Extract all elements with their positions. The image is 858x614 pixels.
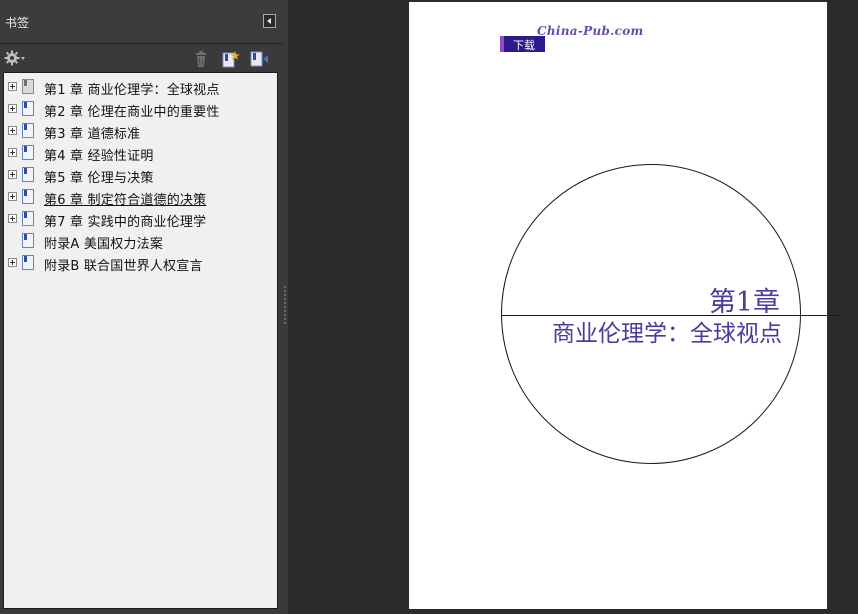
expand-node-icon[interactable] bbox=[8, 258, 17, 267]
bookmark-item[interactable]: 第3 章 道德标准 bbox=[4, 121, 276, 143]
bookmarks-toolbar bbox=[0, 45, 282, 71]
expand-bookmark-icon[interactable] bbox=[250, 50, 270, 68]
splitter-grip bbox=[284, 294, 286, 296]
bookmark-item[interactable]: 附录A 美国权力法案 bbox=[4, 231, 276, 253]
splitter-grip bbox=[284, 318, 286, 320]
bookmark-label: 第4 章 经验性证明 bbox=[44, 149, 154, 164]
expand-node-icon[interactable] bbox=[8, 214, 17, 223]
bookmark-item[interactable]: 第1 章 商业伦理学：全球视点 bbox=[4, 77, 276, 99]
splitter-grip bbox=[284, 322, 286, 324]
expand-node-icon[interactable] bbox=[8, 104, 17, 113]
bookmark-label: 第6 章 制定符合道德的决策 bbox=[44, 193, 207, 208]
panel-header: 书签 bbox=[0, 0, 282, 44]
splitter-grip bbox=[284, 306, 286, 308]
splitter-grip bbox=[284, 314, 286, 316]
bookmark-item[interactable]: 第2 章 伦理在商业中的重要性 bbox=[4, 99, 276, 121]
delete-bookmark-icon[interactable] bbox=[191, 50, 211, 68]
bookmark-item[interactable]: 第4 章 经验性证明 bbox=[4, 143, 276, 165]
bookmarks-panel: 书签 第1 章 商业伦理学：全球视点 第2 章 伦理在商业中的重要性 第3 章 … bbox=[0, 0, 282, 614]
bookmark-page-gray-icon bbox=[22, 79, 34, 94]
bookmark-label: 附录B 联合国世界人权宣言 bbox=[44, 259, 203, 274]
document-viewer[interactable]: 下载 China-Pub.com 第1章 商业伦理学：全球视点 bbox=[288, 0, 858, 614]
bookmark-label: 第7 章 实践中的商业伦理学 bbox=[44, 215, 207, 230]
download-badge-label: 下载 bbox=[513, 39, 535, 52]
expand-node-icon[interactable] bbox=[8, 126, 17, 135]
splitter-grip bbox=[284, 310, 286, 312]
bookmark-item[interactable]: 第6 章 制定符合道德的决策 bbox=[4, 187, 276, 209]
new-bookmark-icon[interactable] bbox=[221, 50, 241, 68]
bookmark-page-icon bbox=[22, 167, 34, 182]
splitter-grip bbox=[284, 298, 286, 300]
expand-node-icon[interactable] bbox=[8, 82, 17, 91]
splitter-grip bbox=[284, 286, 286, 288]
collapse-panel-button[interactable] bbox=[263, 14, 276, 28]
download-badge: 下载 bbox=[500, 36, 545, 52]
splitter-grip bbox=[284, 290, 286, 292]
bookmark-page-icon bbox=[22, 233, 34, 248]
expand-node-icon[interactable] bbox=[8, 170, 17, 179]
bookmark-label: 附录A 美国权力法案 bbox=[44, 237, 164, 252]
watermark-logo: China-Pub.com bbox=[537, 24, 644, 38]
bookmark-page-icon bbox=[22, 101, 34, 116]
document-page: 下载 China-Pub.com 第1章 商业伦理学：全球视点 bbox=[409, 2, 839, 609]
bookmark-page-icon bbox=[22, 211, 34, 226]
bookmark-page-icon bbox=[22, 145, 34, 160]
bookmark-tree: 第1 章 商业伦理学：全球视点 第2 章 伦理在商业中的重要性 第3 章 道德标… bbox=[3, 72, 278, 609]
bookmark-item[interactable]: 第5 章 伦理与决策 bbox=[4, 165, 276, 187]
bookmark-label: 第3 章 道德标准 bbox=[44, 127, 141, 142]
bookmark-item[interactable]: 附录B 联合国世界人权宣言 bbox=[4, 253, 276, 275]
bookmark-label: 第5 章 伦理与决策 bbox=[44, 171, 154, 186]
bookmark-label: 第2 章 伦理在商业中的重要性 bbox=[44, 105, 220, 120]
expand-node-icon[interactable] bbox=[8, 148, 17, 157]
bookmark-page-icon bbox=[22, 123, 34, 138]
bookmark-page-icon bbox=[22, 189, 34, 204]
bookmark-page-icon bbox=[22, 255, 34, 270]
bookmark-label: 第1 章 商业伦理学：全球视点 bbox=[44, 83, 220, 98]
expand-node-icon[interactable] bbox=[8, 192, 17, 201]
bookmark-item[interactable]: 第7 章 实践中的商业伦理学 bbox=[4, 209, 276, 231]
splitter-grip bbox=[284, 302, 286, 304]
chapter-title: 商业伦理学：全球视点 bbox=[552, 321, 782, 347]
options-gear-icon[interactable] bbox=[4, 50, 26, 66]
panel-title: 书签 bbox=[5, 16, 30, 30]
